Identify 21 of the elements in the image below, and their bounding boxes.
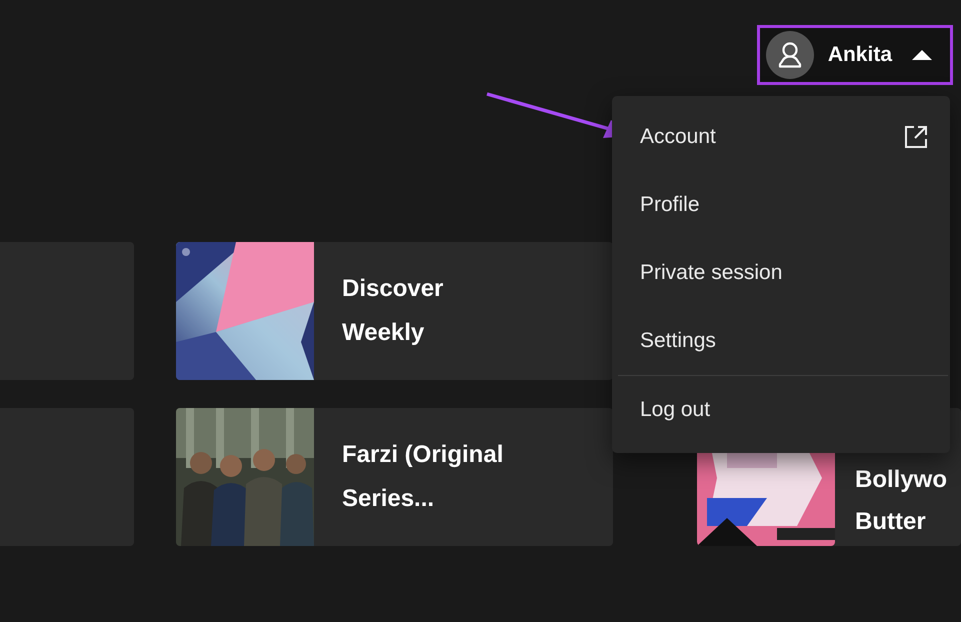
- playlist-title: Butter: [855, 507, 927, 537]
- menu-item[interactable]: Account: [612, 103, 950, 171]
- menu-item[interactable]: Settings: [612, 307, 950, 375]
- menu-item[interactable]: Private session: [612, 239, 950, 307]
- playlist-title: Series...: [342, 484, 436, 514]
- caret-icon: [912, 49, 932, 61]
- avatar-icon: [766, 31, 814, 79]
- menu-item[interactable]: Profile: [612, 171, 950, 239]
- playlist-card[interactable]: Discover Weekly: [176, 242, 613, 380]
- playlist-title: Farzi (Original: [342, 440, 504, 470]
- menu-item-label: Settings: [640, 329, 716, 353]
- menu-item-label: Private session: [640, 261, 782, 285]
- external-link-icon: [904, 125, 928, 149]
- playlist-title: Weekly: [342, 318, 426, 348]
- menu-item[interactable]: Log out: [618, 375, 948, 444]
- playlist-title: Bollywo: [855, 465, 948, 495]
- playlist-title: Discover: [342, 274, 444, 304]
- user-menu-button[interactable]: Ankita: [756, 25, 953, 85]
- menu-item-label: Profile: [640, 193, 700, 217]
- playlist-card[interactable]: Farzi (Original Series...: [176, 408, 613, 546]
- menu-item-label: Account: [640, 125, 716, 149]
